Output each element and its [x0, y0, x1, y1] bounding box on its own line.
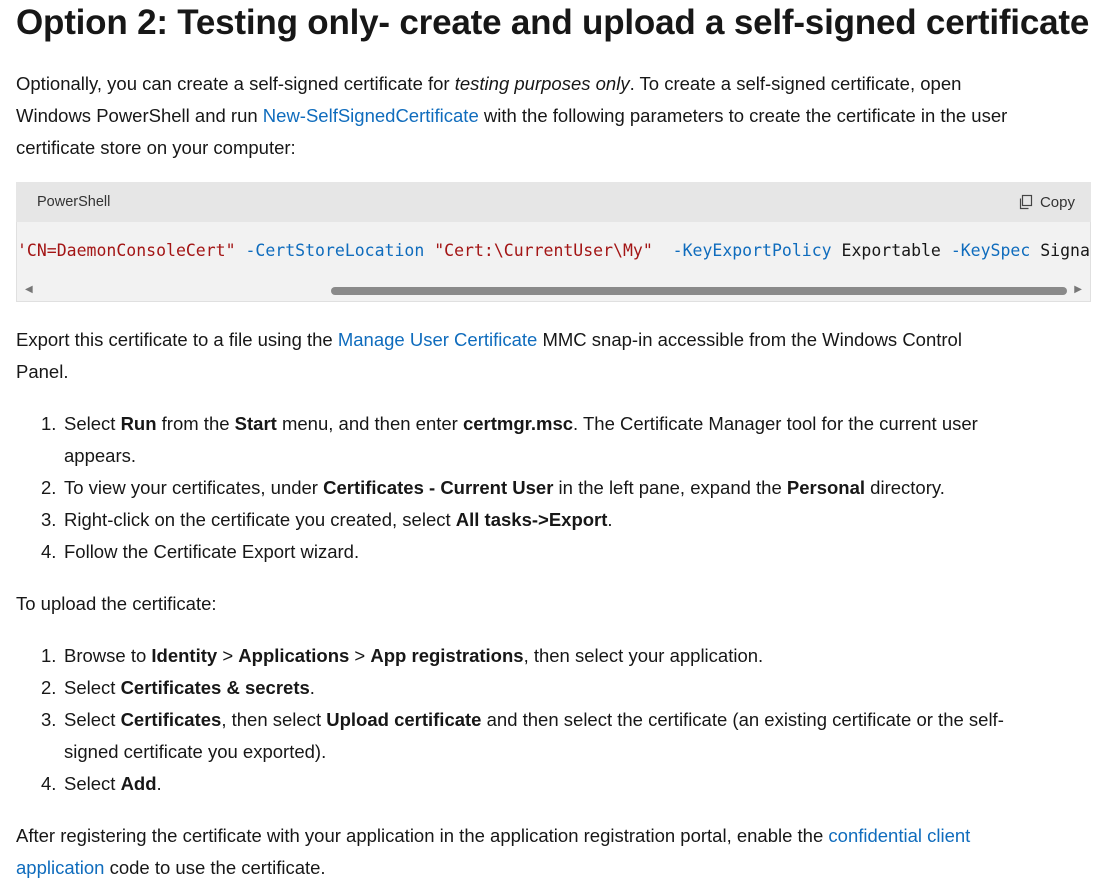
list-item: 4. Follow the Certificate Export wizard. — [16, 536, 1096, 568]
upload-steps-list: 1. Browse to Identity > Applications > Ap… — [16, 640, 1096, 800]
manage-user-certificate-link[interactable]: Manage User Certificate — [338, 329, 537, 350]
list-number: 2. — [41, 677, 57, 698]
code-header: PowerShell Copy — [16, 182, 1091, 222]
step-text: menu, and then enter — [276, 413, 463, 434]
intro-paragraph: Optionally, you can create a self-signed… — [16, 68, 1096, 164]
code-value: Exportable — [831, 241, 951, 260]
code-block: PowerShell Copy 'CN=DaemonConsoleCert" -… — [16, 182, 1091, 302]
code-body[interactable]: 'CN=DaemonConsoleCert" -CertStoreLocatio… — [16, 222, 1091, 302]
list-item: 1. Browse to Identity > Applications > Ap… — [16, 640, 1096, 672]
intro-text: with the following parameters to create … — [478, 105, 1008, 126]
step-bold: Start — [234, 413, 277, 434]
step-bold: Certificates & secrets — [120, 677, 310, 698]
step-text: > — [217, 645, 239, 666]
step-bold: Upload certificate — [326, 709, 482, 730]
list-item: 4. Select Add. — [16, 768, 1096, 800]
scrollbar-thumb[interactable] — [331, 287, 1067, 295]
step-bold: App registrations — [370, 645, 524, 666]
step-bold: Add — [120, 773, 157, 794]
code-line: 'CN=DaemonConsoleCert" -CertStoreLocatio… — [17, 241, 1090, 260]
step-text: Select — [64, 709, 121, 730]
list-number: 3. — [41, 509, 57, 530]
step-text: directory. — [865, 477, 945, 498]
list-number: 1. — [41, 413, 57, 434]
horizontal-scrollbar[interactable]: ◀ ▶ — [17, 281, 1090, 299]
scroll-right-arrow-icon[interactable]: ▶ — [1074, 284, 1082, 295]
scroll-left-arrow-icon[interactable]: ◀ — [25, 284, 33, 295]
step-text: Select — [64, 677, 121, 698]
step-text: , then select — [221, 709, 327, 730]
step-bold: Run — [120, 413, 157, 434]
step-bold: Applications — [238, 645, 350, 666]
list-number: 1. — [41, 645, 57, 666]
step-text: . — [156, 773, 162, 794]
step-text: Select — [64, 413, 121, 434]
list-item: 2. To view your certificates, under Certi… — [16, 472, 1096, 504]
intro-emphasis: testing purposes only — [454, 73, 630, 94]
list-item: 2. Select Certificates & secrets. — [16, 672, 1096, 704]
step-text: and then select the certificate (an exis… — [481, 709, 1004, 730]
code-language-label: PowerShell — [37, 194, 111, 210]
list-item: 3. Select Certificates, then select Uploa… — [16, 704, 1096, 768]
list-number: 3. — [41, 709, 57, 730]
intro-text: certificate store on your computer: — [16, 137, 296, 158]
new-selfsignedcertificate-link[interactable]: New-SelfSignedCertificate — [263, 105, 479, 126]
step-bold: Certificates — [120, 709, 222, 730]
list-number: 4. — [41, 773, 57, 794]
copy-button[interactable]: Copy — [1018, 194, 1075, 211]
list-item: 1. Select Run from the Start menu, and th… — [16, 408, 1096, 472]
step-bold: certmgr.msc — [462, 413, 574, 434]
code-parameter: -KeySpec — [950, 241, 1031, 260]
step-text: . — [309, 677, 315, 698]
code-parameter: -KeyExportPolicy — [652, 241, 832, 260]
step-text: , then select your application. — [523, 645, 764, 666]
step-text: Select — [64, 773, 121, 794]
section-heading: Option 2: Testing only- create and uploa… — [16, 3, 1090, 42]
step-text: signed certificate you exported). — [64, 741, 327, 762]
export-text: Export this certificate to a file using … — [16, 329, 338, 350]
step-bold: Identity — [151, 645, 218, 666]
intro-text: Windows PowerShell and run — [16, 105, 263, 126]
confidential-client-link-continued[interactable]: application — [16, 857, 104, 878]
intro-text: . To create a self-signed certificate, o… — [629, 73, 962, 94]
step-text: Right-click on the certificate you creat… — [64, 509, 456, 530]
closing-text: code to use the certificate. — [104, 857, 326, 878]
code-string: 'CN=DaemonConsoleCert" — [17, 241, 236, 260]
article: Option 2: Testing only- create and uploa… — [0, 0, 1105, 890]
step-text: in the left pane, expand the — [553, 477, 787, 498]
confidential-client-link[interactable]: confidential client — [828, 825, 970, 846]
code-parameter: -CertStoreLocation — [235, 241, 435, 260]
closing-text: After registering the certificate with y… — [16, 825, 829, 846]
list-item: 3. Right-click on the certificate you cre… — [16, 504, 1096, 536]
step-text: Follow the Certificate Export wizard. — [64, 541, 360, 562]
step-bold: Personal — [786, 477, 866, 498]
step-text: Browse to — [64, 645, 152, 666]
step-text: . The Certificate Manager tool for the c… — [573, 413, 978, 434]
closing-paragraph: After registering the certificate with y… — [16, 820, 1096, 884]
copy-icon — [1019, 194, 1033, 210]
step-text: from the — [156, 413, 235, 434]
list-number: 4. — [41, 541, 57, 562]
export-steps-list: 1. Select Run from the Start menu, and th… — [16, 408, 1096, 568]
export-text: Panel. — [16, 361, 69, 382]
step-bold: All tasks->Export — [455, 509, 608, 530]
code-string: "Cert:\CurrentUser\My" — [434, 241, 653, 260]
step-text: . — [607, 509, 613, 530]
step-bold: Certificates - Current User — [323, 477, 554, 498]
list-number: 2. — [41, 477, 57, 498]
copy-label: Copy — [1039, 193, 1075, 211]
upload-intro: To upload the certificate: — [16, 593, 217, 614]
step-text: appears. — [64, 445, 136, 466]
export-text: MMC snap-in accessible from the Windows … — [537, 329, 962, 350]
step-text: To view your certificates, under — [64, 477, 324, 498]
step-text: > — [349, 645, 371, 666]
intro-text: Optionally, you can create a self-signed… — [16, 73, 455, 94]
code-value: Signature — [1040, 241, 1090, 260]
export-paragraph: Export this certificate to a file using … — [16, 324, 1096, 388]
